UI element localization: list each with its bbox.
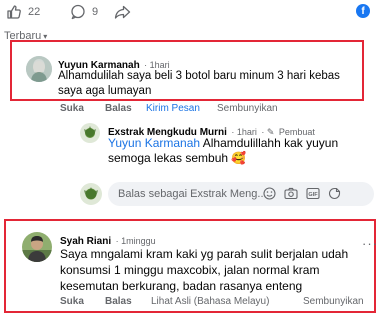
like-button[interactable]: Suka <box>60 103 84 114</box>
reply-button[interactable]: Balas <box>105 103 132 114</box>
reply-input-placeholder: Balas sebagai Exstrak Meng... <box>118 188 267 200</box>
reply-avatar-image <box>80 123 100 143</box>
send-message-button[interactable]: Kirim Pesan <box>146 103 200 114</box>
comment-count-item[interactable]: 9 <box>70 4 98 20</box>
sticker-icon[interactable] <box>328 187 341 205</box>
like-count-item[interactable]: 22 <box>6 4 40 20</box>
comment-text: Saya mngalami kram kaki yg parah sulit b… <box>60 247 349 293</box>
reply-text: Yuyun Karmanah Alhamdulillahh kak yuyun … <box>108 136 356 166</box>
facebook-icon: f <box>356 4 370 18</box>
like-count: 22 <box>28 6 41 18</box>
comment-icon <box>71 4 85 20</box>
reply-mention[interactable]: Yuyun Karmanah <box>108 136 200 150</box>
svg-text:GIF: GIF <box>308 192 318 198</box>
like-button[interactable]: Suka <box>60 296 84 307</box>
gif-icon[interactable]: GIF <box>306 187 320 205</box>
smiling-hearts-emoji: 🥰 <box>231 151 247 165</box>
reply-button[interactable]: Balas <box>105 296 132 307</box>
emoji-icon[interactable] <box>263 187 276 205</box>
hide-button[interactable]: Sembunyikan <box>303 296 364 307</box>
avatar-image <box>26 56 52 82</box>
share-icon <box>114 5 131 19</box>
camera-icon[interactable] <box>284 187 298 205</box>
comment-count: 9 <box>92 6 99 18</box>
hide-button[interactable]: Sembunyikan <box>217 103 278 114</box>
current-user-avatar-image <box>80 183 102 205</box>
current-user-avatar <box>80 183 102 205</box>
comment-time[interactable]: 1minggu <box>121 236 156 246</box>
comment-actions: Suka Balas Lihat Asli (Bahasa Melayu) Se… <box>60 296 370 308</box>
share-button[interactable] <box>114 4 131 20</box>
like-icon <box>7 5 21 19</box>
avatar[interactable] <box>26 56 52 82</box>
avatar[interactable] <box>22 232 52 262</box>
comment-text: Alhamdulilah saya beli 3 botol baru minu… <box>58 70 340 97</box>
reply-input-icons: GIF <box>263 187 341 205</box>
avatar-image <box>22 232 52 262</box>
see-original-button[interactable]: Lihat Asli (Bahasa Melayu) <box>151 296 269 307</box>
comment-actions: Suka Balas Kirim Pesan Sembunyikan <box>60 103 360 115</box>
reply-avatar[interactable] <box>80 123 100 143</box>
